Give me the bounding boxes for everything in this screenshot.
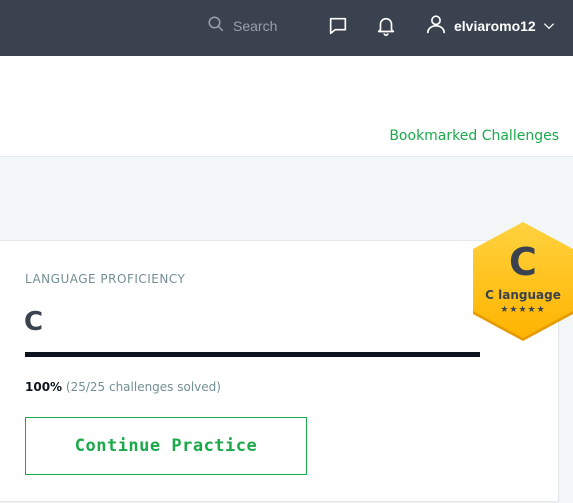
language-badge[interactable]: C C language ★★★★★ — [467, 218, 573, 342]
challenges-solved-text: (25/25 challenges solved) — [62, 380, 221, 394]
username[interactable]: elviaromo12 — [454, 18, 536, 34]
bell-icon[interactable] — [375, 15, 397, 37]
progress-bar-fill — [25, 352, 480, 357]
bookmarked-challenges-link[interactable]: Bookmarked Challenges — [389, 128, 559, 144]
progress-percent: 100% — [25, 380, 63, 394]
badge-label: C language — [485, 288, 561, 302]
search-icon — [207, 15, 225, 38]
top-navbar: elviaromo12 — [0, 0, 573, 56]
progress-bar — [25, 352, 480, 357]
continue-practice-button[interactable]: Continue Practice — [25, 417, 307, 475]
message-icon[interactable] — [327, 15, 349, 37]
search-input[interactable] — [233, 18, 313, 34]
page-subheader: Bookmarked Challenges — [0, 56, 573, 157]
star-rating: ★★★★★ — [500, 305, 546, 315]
chevron-down-icon[interactable] — [542, 19, 556, 33]
badge-letter: C — [509, 240, 537, 284]
language-title: C — [24, 307, 44, 337]
progress-summary: 100% (25/25 challenges solved) — [25, 380, 221, 394]
user-menu[interactable]: elviaromo12 — [425, 14, 556, 38]
user-icon — [425, 13, 447, 40]
search-box[interactable] — [207, 15, 313, 37]
section-label: LANGUAGE PROFICIENCY — [25, 272, 186, 286]
